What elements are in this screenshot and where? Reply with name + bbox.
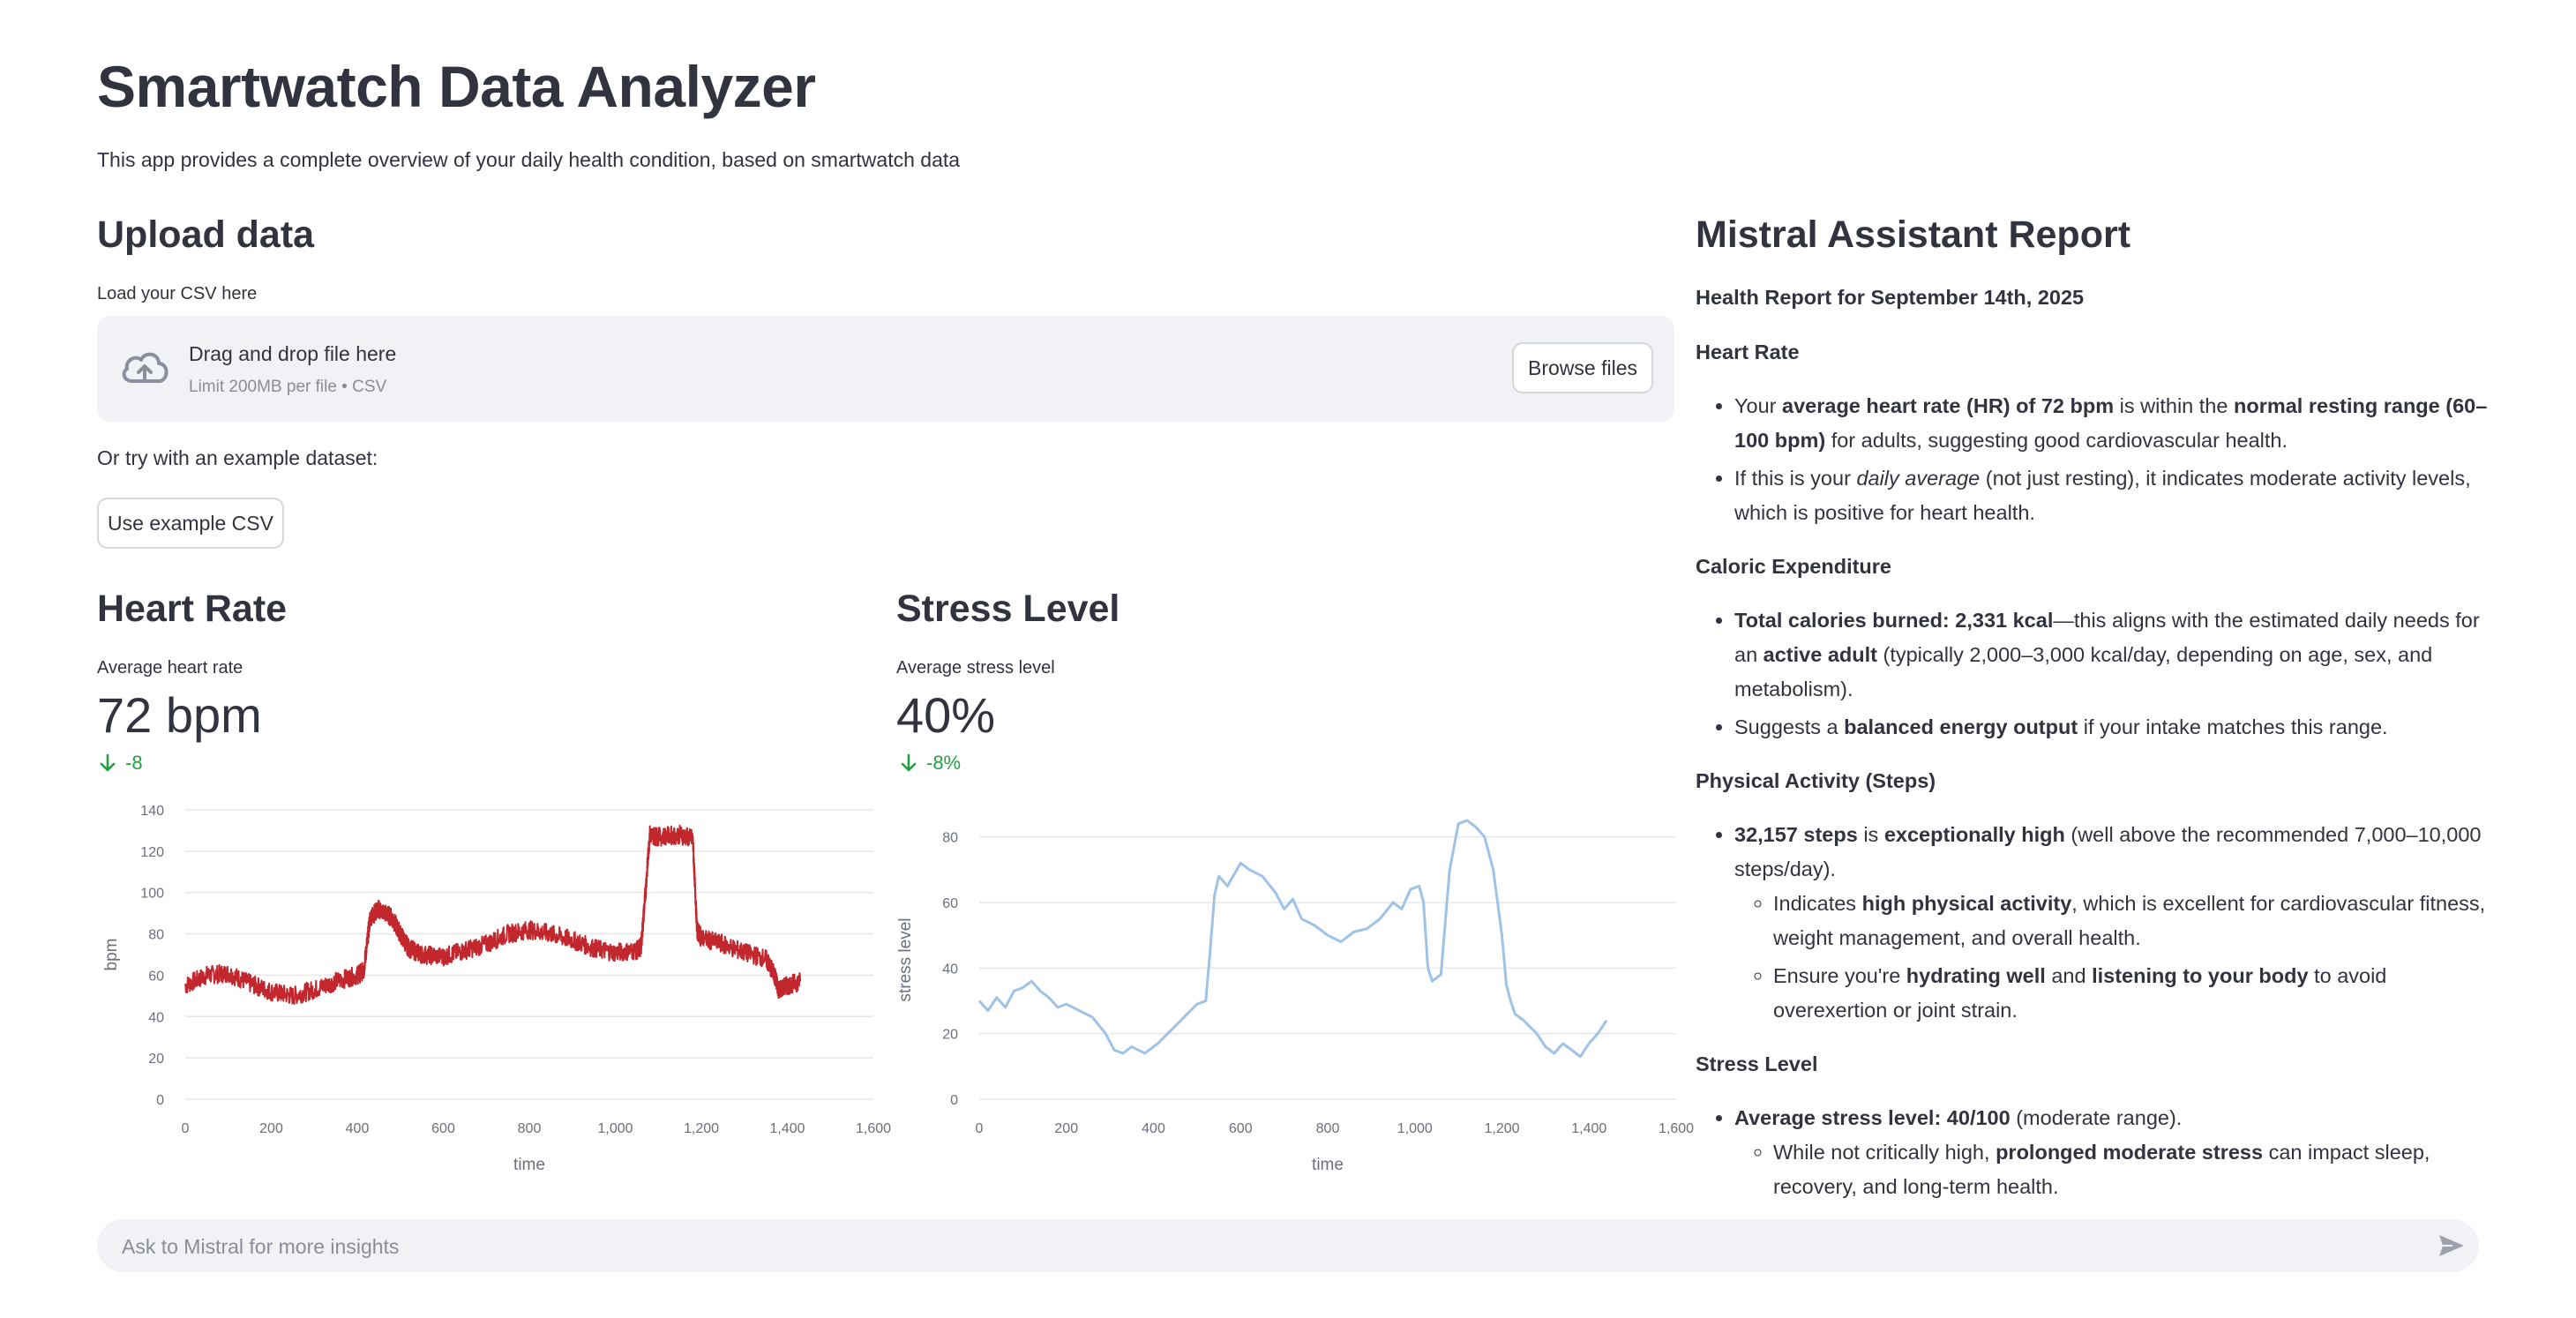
app-title: Smartwatch Data Analyzer bbox=[97, 54, 816, 119]
report-bullet: If this is your daily average (not just … bbox=[1734, 461, 2490, 530]
report-section-steps: Physical Activity (Steps) bbox=[1696, 769, 1936, 792]
report-date-line: Health Report for September 14th, 2025 bbox=[1696, 286, 2085, 309]
upload-limit-text: Limit 200MB per file • CSV bbox=[189, 378, 387, 396]
x-tick-label: 1,600 bbox=[856, 1121, 891, 1136]
chat-input[interactable] bbox=[120, 1232, 2400, 1262]
x-axis-label: time bbox=[513, 1156, 545, 1174]
x-axis-label: time bbox=[1312, 1156, 1344, 1174]
use-example-csv-button[interactable]: Use example CSV bbox=[97, 498, 284, 549]
report-sub-bullet: While not critically high, prolonged mod… bbox=[1773, 1135, 2490, 1202]
x-tick-label: 1,200 bbox=[1484, 1121, 1519, 1136]
y-tick-label: 60 bbox=[942, 896, 958, 911]
stress-metric-label: Average stress level bbox=[896, 658, 1055, 678]
browse-files-button[interactable]: Browse files bbox=[1512, 342, 1653, 393]
report-body: Health Report for September 14th, 2025 H… bbox=[1696, 281, 2490, 1202]
upload-heading: Upload data bbox=[97, 213, 315, 256]
report-bullet: Suggests a balanced energy output if you… bbox=[1734, 710, 2490, 745]
y-tick-label: 40 bbox=[148, 1010, 164, 1025]
x-tick-label: 400 bbox=[346, 1121, 370, 1136]
y-tick-label: 140 bbox=[140, 804, 164, 819]
cloud-upload-icon bbox=[118, 346, 171, 394]
drag-drop-text: Drag and drop file here bbox=[189, 342, 397, 365]
x-tick-label: 400 bbox=[1142, 1121, 1165, 1136]
x-tick-label: 600 bbox=[431, 1121, 455, 1136]
stress-level-chart: 0204060800 200 400 600 800 1,000 1,200 1,400 1,6… bbox=[896, 819, 1694, 1174]
x-tick-label: 1,200 bbox=[684, 1121, 719, 1136]
y-tick-label: 80 bbox=[942, 831, 958, 846]
report-section-stress: Stress Level bbox=[1696, 1052, 1818, 1075]
x-tick-label: 0 bbox=[182, 1121, 190, 1136]
y-tick-label: 40 bbox=[942, 962, 958, 977]
send-icon[interactable] bbox=[2437, 1232, 2467, 1264]
y-tick-label: 20 bbox=[942, 1028, 958, 1043]
x-tick-label: 1,400 bbox=[1571, 1121, 1606, 1136]
report-bullet: Total calories burned: 2,331 kcal—this a… bbox=[1734, 603, 2490, 707]
x-tick-label: 1,000 bbox=[597, 1121, 633, 1136]
heart-metric-value: 72 bpm bbox=[97, 687, 262, 743]
y-tick-label: 100 bbox=[140, 887, 164, 902]
report-section-calories: Caloric Expenditure bbox=[1696, 555, 1891, 578]
report-heading: Mistral Assistant Report bbox=[1696, 213, 2131, 256]
y-tick-label: 80 bbox=[148, 928, 164, 943]
x-tick-label: 1,400 bbox=[769, 1121, 805, 1136]
report-bullet: Your average heart rate (HR) of 72 bpm i… bbox=[1734, 389, 2490, 458]
y-tick-label: 0 bbox=[950, 1093, 958, 1108]
upload-label: Load your CSV here bbox=[97, 284, 258, 303]
report-section-heart: Heart Rate bbox=[1696, 341, 1800, 363]
x-tick-label: 0 bbox=[976, 1121, 984, 1136]
y-tick-label: 120 bbox=[140, 845, 164, 860]
heart-delta-value: -8 bbox=[125, 752, 143, 774]
x-tick-label: 600 bbox=[1229, 1121, 1253, 1136]
x-tick-label: 1,000 bbox=[1397, 1121, 1433, 1136]
x-tick-label: 200 bbox=[1054, 1121, 1078, 1136]
series-line bbox=[184, 824, 802, 1005]
y-axis-label: bpm bbox=[102, 939, 121, 971]
x-tick-label: 800 bbox=[1316, 1121, 1340, 1136]
report-sub-bullet: Indicates high physical activity, which … bbox=[1773, 887, 2490, 955]
y-tick-label: 60 bbox=[148, 969, 164, 984]
heart-metric-delta: -8 bbox=[99, 752, 143, 775]
app-subtitle: This app provides a complete overview of… bbox=[97, 148, 961, 171]
heart-rate-chart: 0 20 40 60 80 100 120 140 0 200 400 600 800 1,000 1,20… bbox=[102, 804, 891, 1174]
report-bullet: Average stress level: 40/100 (moderate r… bbox=[1734, 1101, 2490, 1202]
y-axis-label: stress level bbox=[896, 917, 915, 1001]
stress-level-heading: Stress Level bbox=[896, 588, 1120, 630]
stress-metric-delta: -8% bbox=[900, 752, 961, 775]
x-tick-label: 200 bbox=[259, 1121, 283, 1136]
y-tick-label: 0 bbox=[156, 1093, 164, 1108]
x-tick-label: 1,600 bbox=[1659, 1121, 1694, 1136]
report-sub-bullet: Ensure you're hydrating well and listeni… bbox=[1773, 959, 2490, 1028]
example-prompt: Or try with an example dataset: bbox=[97, 446, 378, 469]
arrow-down-icon bbox=[901, 753, 917, 772]
series-line bbox=[977, 819, 1608, 1059]
report-bullet: 32,157 steps is exceptionally high (well… bbox=[1734, 818, 2490, 1028]
chat-input-bar bbox=[97, 1219, 2479, 1272]
stress-metric-value: 40% bbox=[896, 687, 996, 743]
y-tick-label: 20 bbox=[148, 1052, 164, 1067]
heart-rate-heading: Heart Rate bbox=[97, 588, 288, 630]
stress-delta-value: -8% bbox=[926, 752, 962, 774]
x-tick-label: 800 bbox=[518, 1121, 542, 1136]
file-uploader-dropzone[interactable]: Drag and drop file here Limit 200MB per … bbox=[97, 316, 1674, 422]
heart-metric-label: Average heart rate bbox=[97, 658, 243, 678]
arrow-down-icon bbox=[100, 753, 116, 772]
